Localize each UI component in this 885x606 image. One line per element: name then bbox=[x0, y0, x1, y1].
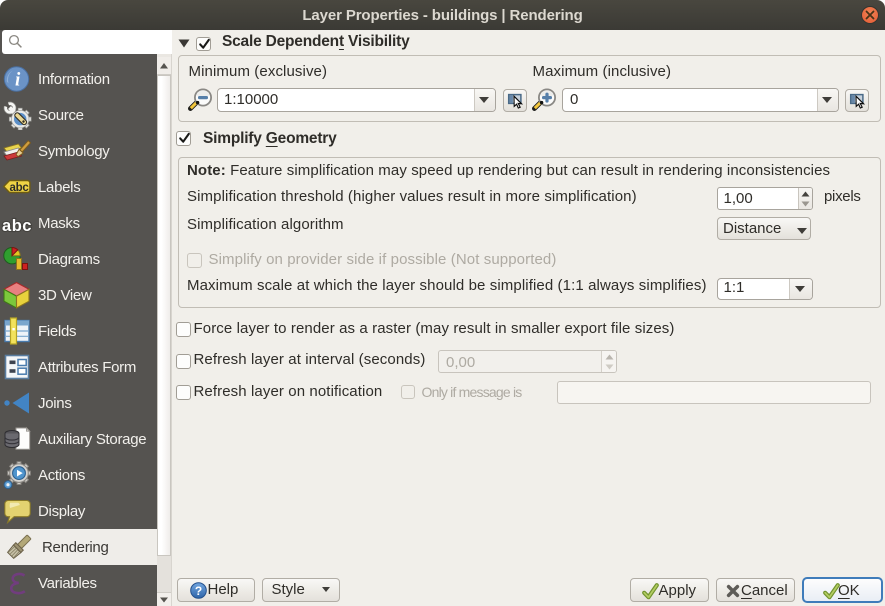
svg-text:?: ? bbox=[195, 584, 202, 598]
svg-text:abc: abc bbox=[10, 182, 30, 194]
svg-text:abc: abc bbox=[2, 217, 32, 235]
